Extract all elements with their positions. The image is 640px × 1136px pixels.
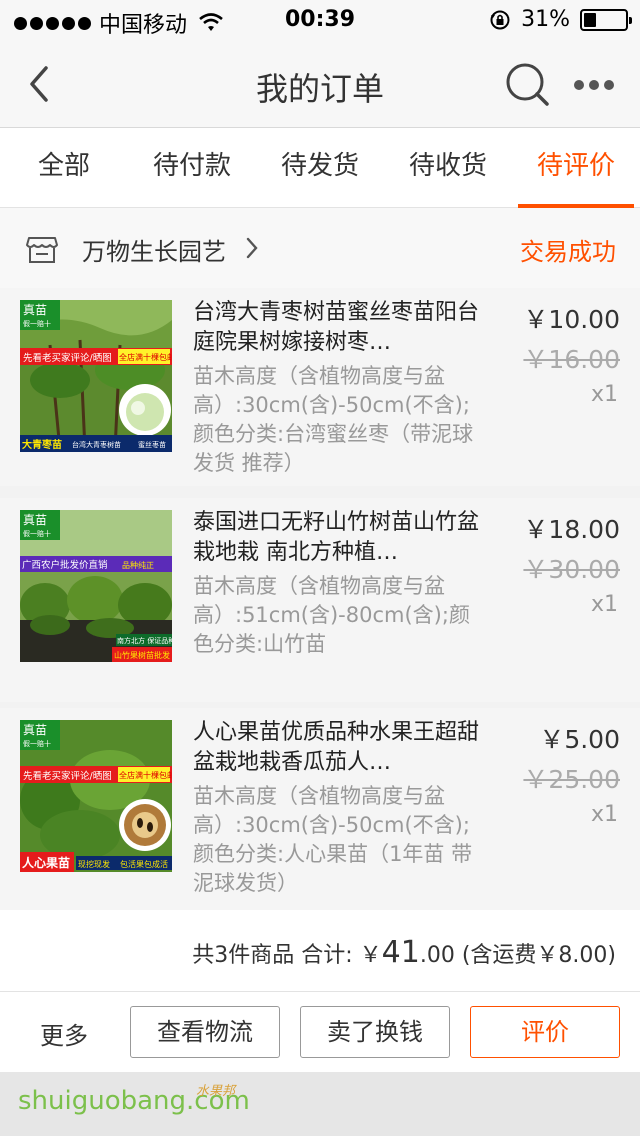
order-item[interactable]: 先看老买家评论/晒图 全店满十棵包邮 真苗 假一赔十 大青枣苗 台湾大青枣树苗 … <box>0 288 640 486</box>
thumb-bottom-big: 山竹果树苗批发 <box>114 650 170 660</box>
tab-pending-review[interactable]: 待评价 <box>512 128 640 208</box>
thumb-bottom-small2: 蜜丝枣苗 <box>138 440 166 449</box>
thumb-banner2: 全店满十棵包邮 <box>119 770 172 780</box>
battery-percent: 31% <box>521 7 570 32</box>
shop-icon <box>26 237 58 263</box>
product-price: ￥10.00 <box>523 305 620 334</box>
product-title[interactable]: 台湾大青枣树苗蜜丝枣苗阳台庭院果树嫁接树枣… <box>193 298 493 358</box>
watermark-cn: 水果邦 <box>196 1084 236 1099</box>
thumb-banner: 先看老买家评论/晒图 <box>23 352 112 364</box>
order-summary: 共3件商品 合计: ￥41.00 (含运费￥8.00) <box>0 910 640 992</box>
status-right: 31% <box>489 7 632 32</box>
thumb-bottom-small2: 包活果包成活 <box>120 859 168 869</box>
order-item[interactable]: 先看老买家评论/晒图 全店满十棵包邮 真苗 假一赔十 人心果苗 现挖现发 包活果… <box>0 708 640 910</box>
thumb-badge-sub: 假一赔十 <box>23 739 51 748</box>
order-tabs: 全部 待付款 待发货 待收货 待评价 <box>0 128 640 208</box>
thumb-banner2: 全店满十棵包邮 <box>119 352 172 362</box>
chevron-right-icon <box>246 237 258 259</box>
thumb-bottom-big: 大青枣苗 <box>22 438 62 451</box>
summary-prefix: 共3件商品 合计: ￥ <box>192 943 382 968</box>
product-price: ￥18.00 <box>523 515 620 544</box>
thumb-bottom-small: 台湾大青枣树苗 <box>72 440 121 449</box>
summary-shipping: (含运费￥8.00) <box>454 943 616 968</box>
product-qty: x1 <box>590 802 618 827</box>
product-thumbnail[interactable]: 先看老买家评论/晒图 全店满十棵包邮 真苗 假一赔十 人心果苗 现挖现发 包活果… <box>20 720 172 872</box>
order-status: 交易成功 <box>520 238 616 266</box>
nav-bar: 我的订单 <box>0 40 640 128</box>
product-original-price: ￥16.00 <box>523 345 620 374</box>
tab-pending-shipment[interactable]: 待发货 <box>256 128 384 208</box>
more-icon[interactable] <box>574 70 618 100</box>
product-sku: 苗木高度（含植物高度与盆高）:51cm(含)-80cm(含);颜色分类:山竹苗 <box>193 574 470 656</box>
rotation-lock-icon <box>490 10 510 29</box>
product-original-price: ￥25.00 <box>523 765 620 794</box>
thumb-banner: 先看老买家评论/晒图 <box>23 770 112 782</box>
thumb-banner: 广西农户批发价直销 <box>22 559 108 571</box>
product-qty: x1 <box>590 592 618 617</box>
battery-fill <box>584 12 596 27</box>
search-icon[interactable] <box>503 60 553 110</box>
view-logistics-button[interactable]: 查看物流 <box>130 1006 280 1058</box>
order-actions: 更多 查看物流 卖了换钱 评价 <box>0 992 640 1072</box>
product-image: 广西农户批发价直销 品种纯正 真苗 假一赔十 南方北方 保证品种 山竹果树苗批发 <box>20 510 172 662</box>
summary-total-int: 41 <box>381 935 420 970</box>
summary-total-dec: .00 <box>419 943 455 968</box>
product-qty: x1 <box>590 382 618 407</box>
battery-icon <box>580 8 632 31</box>
footer: shuiguobang.com 水果邦 <box>0 1072 640 1136</box>
tab-pending-receipt[interactable]: 待收货 <box>384 128 512 208</box>
tab-all[interactable]: 全部 <box>0 128 128 208</box>
thumb-badge: 真苗 <box>23 303 47 317</box>
tab-pending-payment[interactable]: 待付款 <box>128 128 256 208</box>
product-image: 先看老买家评论/晒图 全店满十棵包邮 真苗 假一赔十 人心果苗 现挖现发 包活果… <box>20 720 172 872</box>
product-price: ￥5.00 <box>539 725 620 754</box>
product-title[interactable]: 泰国进口无籽山竹树苗山竹盆栽地栽 南北方种植… <box>193 508 493 568</box>
product-image: 先看老买家评论/晒图 全店满十棵包邮 真苗 假一赔十 大青枣苗 台湾大青枣树苗 … <box>20 300 172 452</box>
thumb-bottom-big: 人心果苗 <box>22 855 70 870</box>
product-original-price: ￥30.00 <box>523 555 620 584</box>
thumb-banner2: 品种纯正 <box>122 560 154 570</box>
product-thumbnail[interactable]: 先看老买家评论/晒图 全店满十棵包邮 真苗 假一赔十 大青枣苗 台湾大青枣树苗 … <box>20 300 172 452</box>
shop-header[interactable]: 万物生长园艺 交易成功 <box>0 208 640 288</box>
product-sku: 苗木高度（含植物高度与盆高）:30cm(含)-50cm(不含);颜色分类:台湾蜜… <box>193 364 474 475</box>
thumb-badge: 真苗 <box>23 513 47 527</box>
product-title[interactable]: 人心果苗优质品种水果王超甜盆栽地栽香瓜茄人… <box>193 718 493 778</box>
product-thumbnail[interactable]: 广西农户批发价直销 品种纯正 真苗 假一赔十 南方北方 保证品种 山竹果树苗批发 <box>20 510 172 662</box>
thumb-badge: 真苗 <box>23 723 47 737</box>
thumb-badge-sub: 假一赔十 <box>23 529 51 538</box>
review-button[interactable]: 评价 <box>470 1006 620 1058</box>
thumb-bottom-small: 现挖现发 <box>78 859 110 869</box>
shop-name[interactable]: 万物生长园艺 <box>82 232 226 267</box>
resell-button[interactable]: 卖了换钱 <box>300 1006 450 1058</box>
status-bar: 中国移动 00:39 31% <box>0 0 640 40</box>
thumb-badge-sub: 假一赔十 <box>23 319 51 328</box>
thumb-bottom-small: 南方北方 保证品种 <box>117 636 172 645</box>
order-item[interactable]: 广西农户批发价直销 品种纯正 真苗 假一赔十 南方北方 保证品种 山竹果树苗批发… <box>0 498 640 702</box>
product-sku: 苗木高度（含植物高度与盆高）:30cm(含)-50cm(不含);颜色分类:人心果… <box>193 784 473 895</box>
more-button[interactable]: 更多 <box>40 1016 88 1051</box>
